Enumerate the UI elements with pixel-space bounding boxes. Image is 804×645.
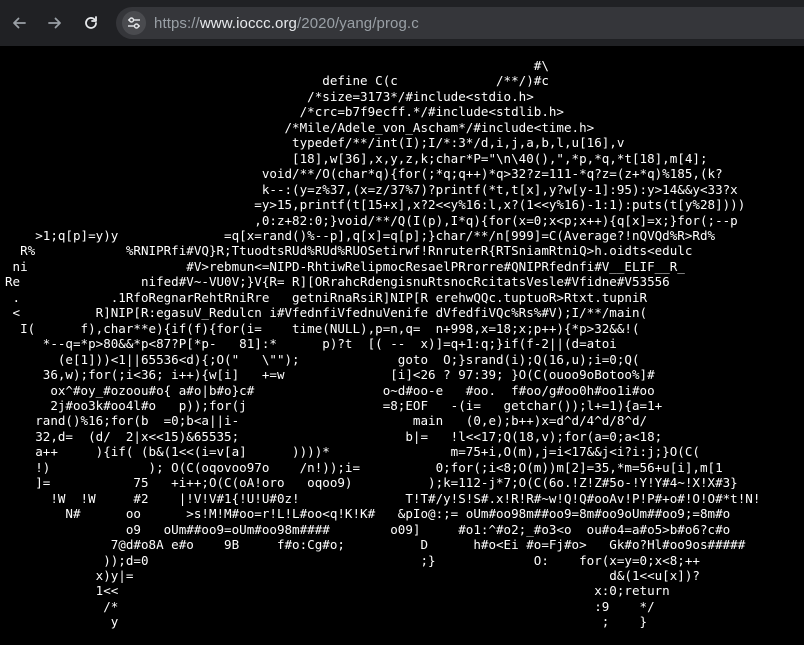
back-button[interactable] xyxy=(5,9,33,37)
url-host: www.ioccc.org xyxy=(199,14,297,32)
forward-button[interactable] xyxy=(41,9,69,37)
arrow-right-icon xyxy=(48,17,61,29)
site-info-button[interactable] xyxy=(122,11,146,35)
address-bar[interactable]: https://www.ioccc.org/2020/yang/prog.c xyxy=(116,7,804,39)
source-code: #\ define C(c /**/)#c /*size=3173*/#incl… xyxy=(5,58,761,630)
browser-toolbar: https://www.ioccc.org/2020/yang/prog.c xyxy=(0,0,804,46)
tune-icon xyxy=(128,17,140,29)
url-scheme: https:// xyxy=(154,14,200,32)
arrow-left-icon xyxy=(13,17,26,29)
reload-icon xyxy=(85,16,97,29)
url-path: /2020/yang/prog.c xyxy=(297,14,419,32)
url-text[interactable]: https://www.ioccc.org/2020/yang/prog.c xyxy=(154,15,419,32)
reload-button[interactable] xyxy=(77,9,105,37)
page-content: #\ define C(c /**/)#c /*size=3173*/#incl… xyxy=(0,46,804,645)
